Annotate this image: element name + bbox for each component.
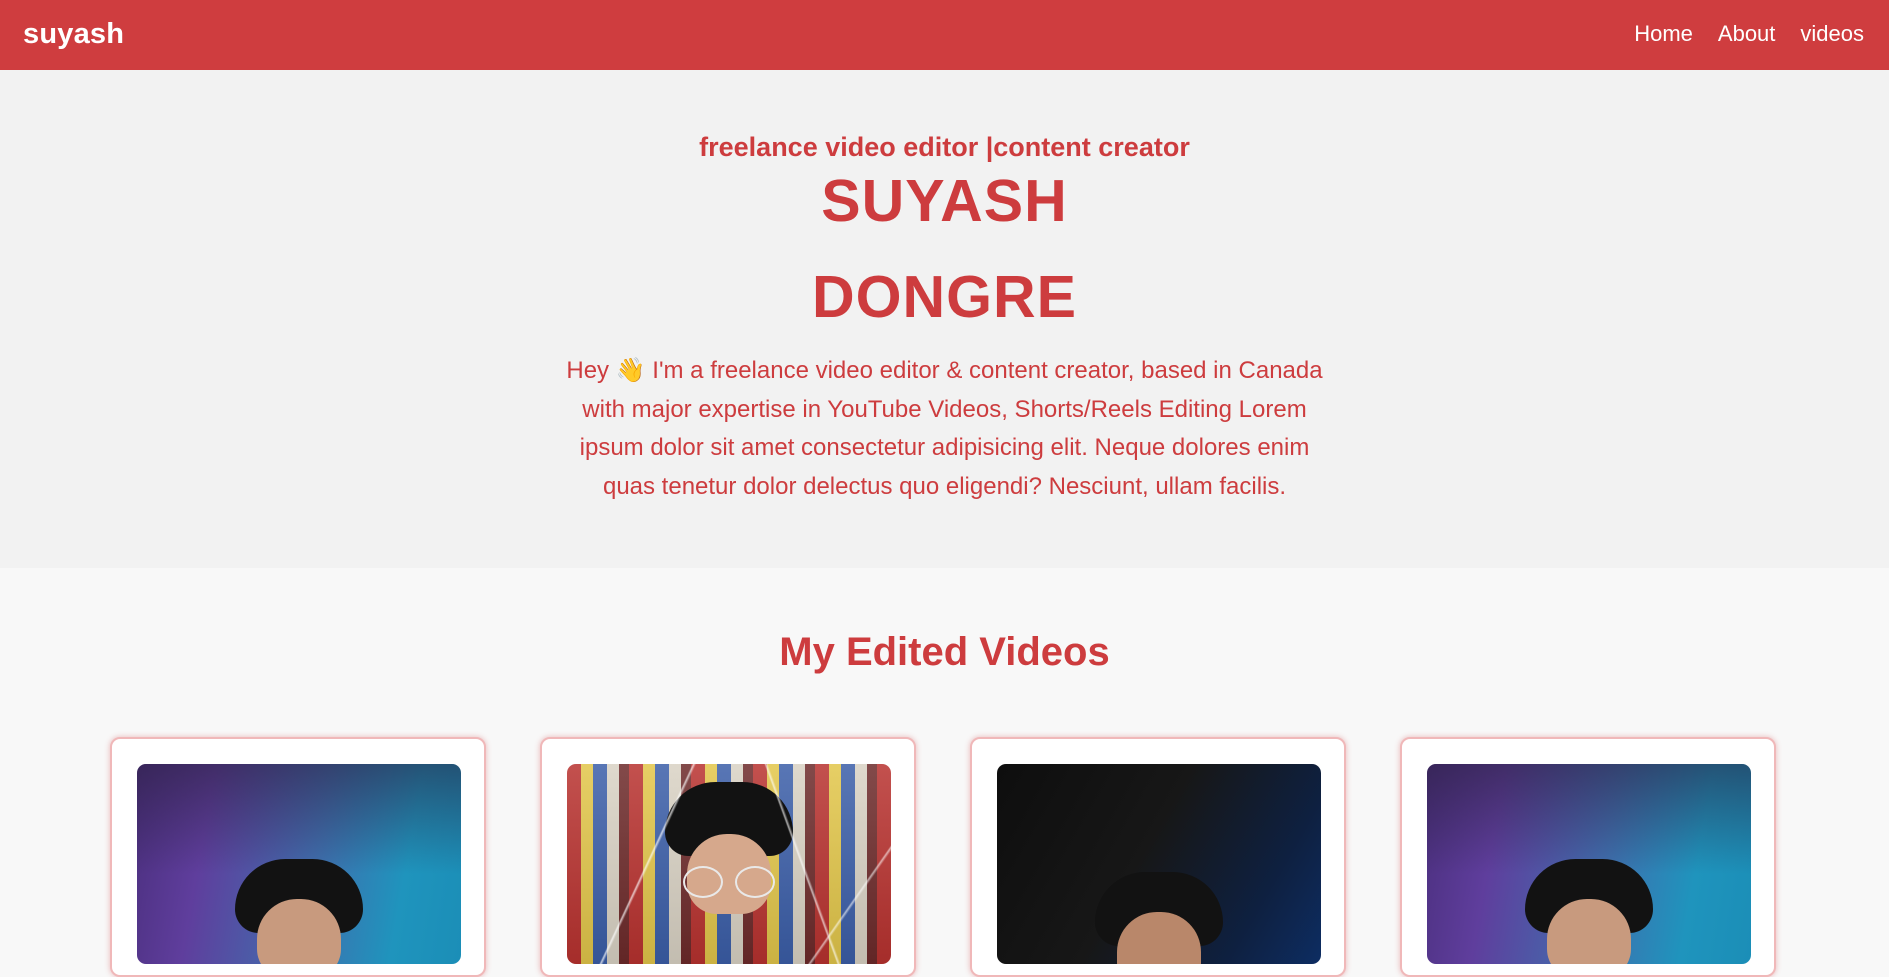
nav-link-home[interactable]: Home	[1634, 21, 1693, 47]
video-card[interactable]	[1400, 737, 1776, 977]
video-thumbnail[interactable]	[997, 764, 1321, 964]
hero-last-name: DONGRE	[812, 264, 1077, 330]
hero-tagline: freelance video editor |content creator	[699, 132, 1190, 162]
videos-section: My Edited Videos	[0, 568, 1889, 977]
videos-section-title: My Edited Videos	[779, 630, 1110, 674]
nav-links: Home About videos	[1634, 21, 1864, 47]
video-thumbnail[interactable]	[1427, 764, 1751, 964]
video-card[interactable]	[110, 737, 486, 977]
nav-link-videos[interactable]: videos	[1800, 21, 1864, 47]
navbar: suyash Home About videos	[0, 0, 1889, 70]
video-card[interactable]	[970, 737, 1346, 977]
nav-link-about[interactable]: About	[1718, 21, 1776, 47]
video-thumbnail[interactable]	[567, 764, 891, 964]
person-portrait	[1095, 872, 1223, 964]
video-card[interactable]	[540, 737, 916, 977]
hero-bio: Hey 👋 I'm a freelance video editor & con…	[566, 357, 1323, 500]
light-streaks-decoration	[567, 764, 891, 964]
hero-first-name: SUYASH	[821, 168, 1068, 234]
video-thumbnail[interactable]	[137, 764, 461, 964]
hero-section: freelance video editor |content creator …	[0, 70, 1889, 568]
brand-logo-text[interactable]: suyash	[23, 18, 124, 51]
